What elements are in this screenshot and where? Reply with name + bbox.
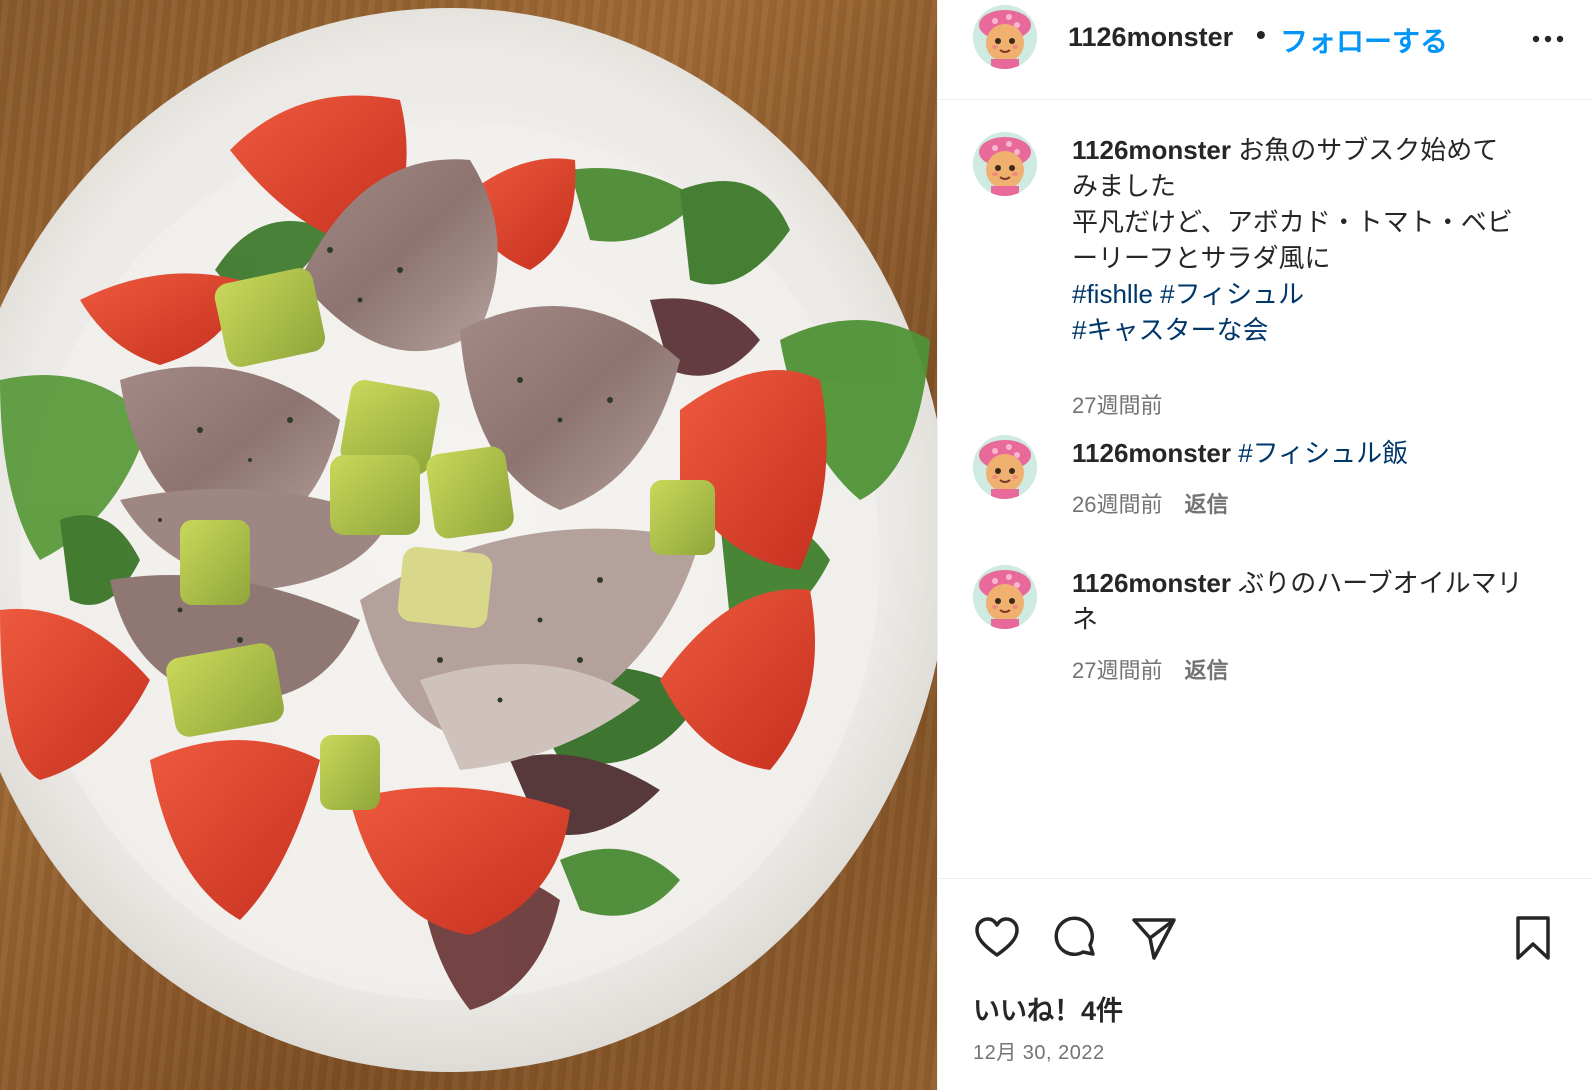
like-count[interactable]: いいね！4件 [973, 989, 1123, 1028]
comment-line: ネ [1072, 604, 1099, 634]
avatar-image [973, 565, 1037, 629]
hashtag-link[interactable]: #フィシュル飯 [1238, 438, 1408, 468]
comment-line: ぶりのハーブオイルマリ [1238, 568, 1523, 598]
caption-text: 1126monster お魚のサブスク始めて みました 平凡だけど、アボカド・ト… [1072, 132, 1562, 348]
bookmark-icon[interactable] [1509, 914, 1557, 962]
hashtag-link[interactable]: #キャスターな会 [1072, 315, 1268, 345]
reply-button[interactable]: 返信 [1184, 492, 1228, 517]
action-bar: いいね！4件 12月 30, 2022 [938, 878, 1592, 1090]
hashtag-link[interactable]: #フィシュル [1160, 279, 1304, 309]
caption-meta: 27週間前 [1072, 388, 1162, 420]
caption-line: みました [1072, 171, 1177, 201]
avatar[interactable] [973, 5, 1037, 69]
separator-dot: • [1256, 19, 1266, 50]
avatar[interactable] [973, 565, 1037, 629]
header-username[interactable]: 1126monster [1068, 22, 1233, 53]
comment-username[interactable]: 1126monster [1072, 568, 1231, 598]
follow-button[interactable]: フォローする [1280, 20, 1448, 60]
caption-line: 平凡だけど、アボカド・トマト・ベビ [1072, 207, 1513, 237]
caption-line: お魚のサブスク始めて [1238, 135, 1499, 165]
avatar-image [973, 132, 1037, 196]
timestamp[interactable]: 27週間前 [1072, 658, 1162, 683]
comment-username[interactable]: 1126monster [1072, 438, 1231, 468]
post-details-panel: 1126monster • フォローする 1126monster お魚のサブスク… [937, 0, 1592, 1090]
caption-line: ーリーフとサラダ風に [1072, 243, 1331, 273]
post-image[interactable] [0, 0, 937, 1090]
timestamp[interactable]: 26週間前 [1072, 492, 1162, 517]
comment-text: 1126monster ぶりのハーブオイルマリ ネ [1072, 565, 1562, 637]
post-date[interactable]: 12月 30, 2022 [973, 1036, 1105, 1065]
avatar-image [973, 435, 1037, 499]
hashtag-link[interactable]: #fishlle [1072, 279, 1153, 309]
food-photo [0, 8, 937, 1072]
avatar[interactable] [973, 435, 1037, 499]
timestamp[interactable]: 27週間前 [1072, 393, 1162, 418]
caption-username[interactable]: 1126monster [1072, 135, 1231, 165]
avatar[interactable] [973, 132, 1037, 196]
post-header: 1126monster • フォローする [938, 0, 1592, 100]
comment-meta: 26週間前 返信 [1072, 487, 1229, 519]
comment-text: 1126monster #フィシュル飯 [1072, 435, 1562, 471]
reply-button[interactable]: 返信 [1184, 658, 1228, 683]
more-options-icon[interactable] [1528, 24, 1568, 54]
heart-icon[interactable] [973, 914, 1021, 962]
share-icon[interactable] [1130, 914, 1178, 962]
avatar-image [973, 5, 1037, 69]
comment-icon[interactable] [1051, 914, 1099, 962]
comment-meta: 27週間前 返信 [1072, 653, 1229, 685]
